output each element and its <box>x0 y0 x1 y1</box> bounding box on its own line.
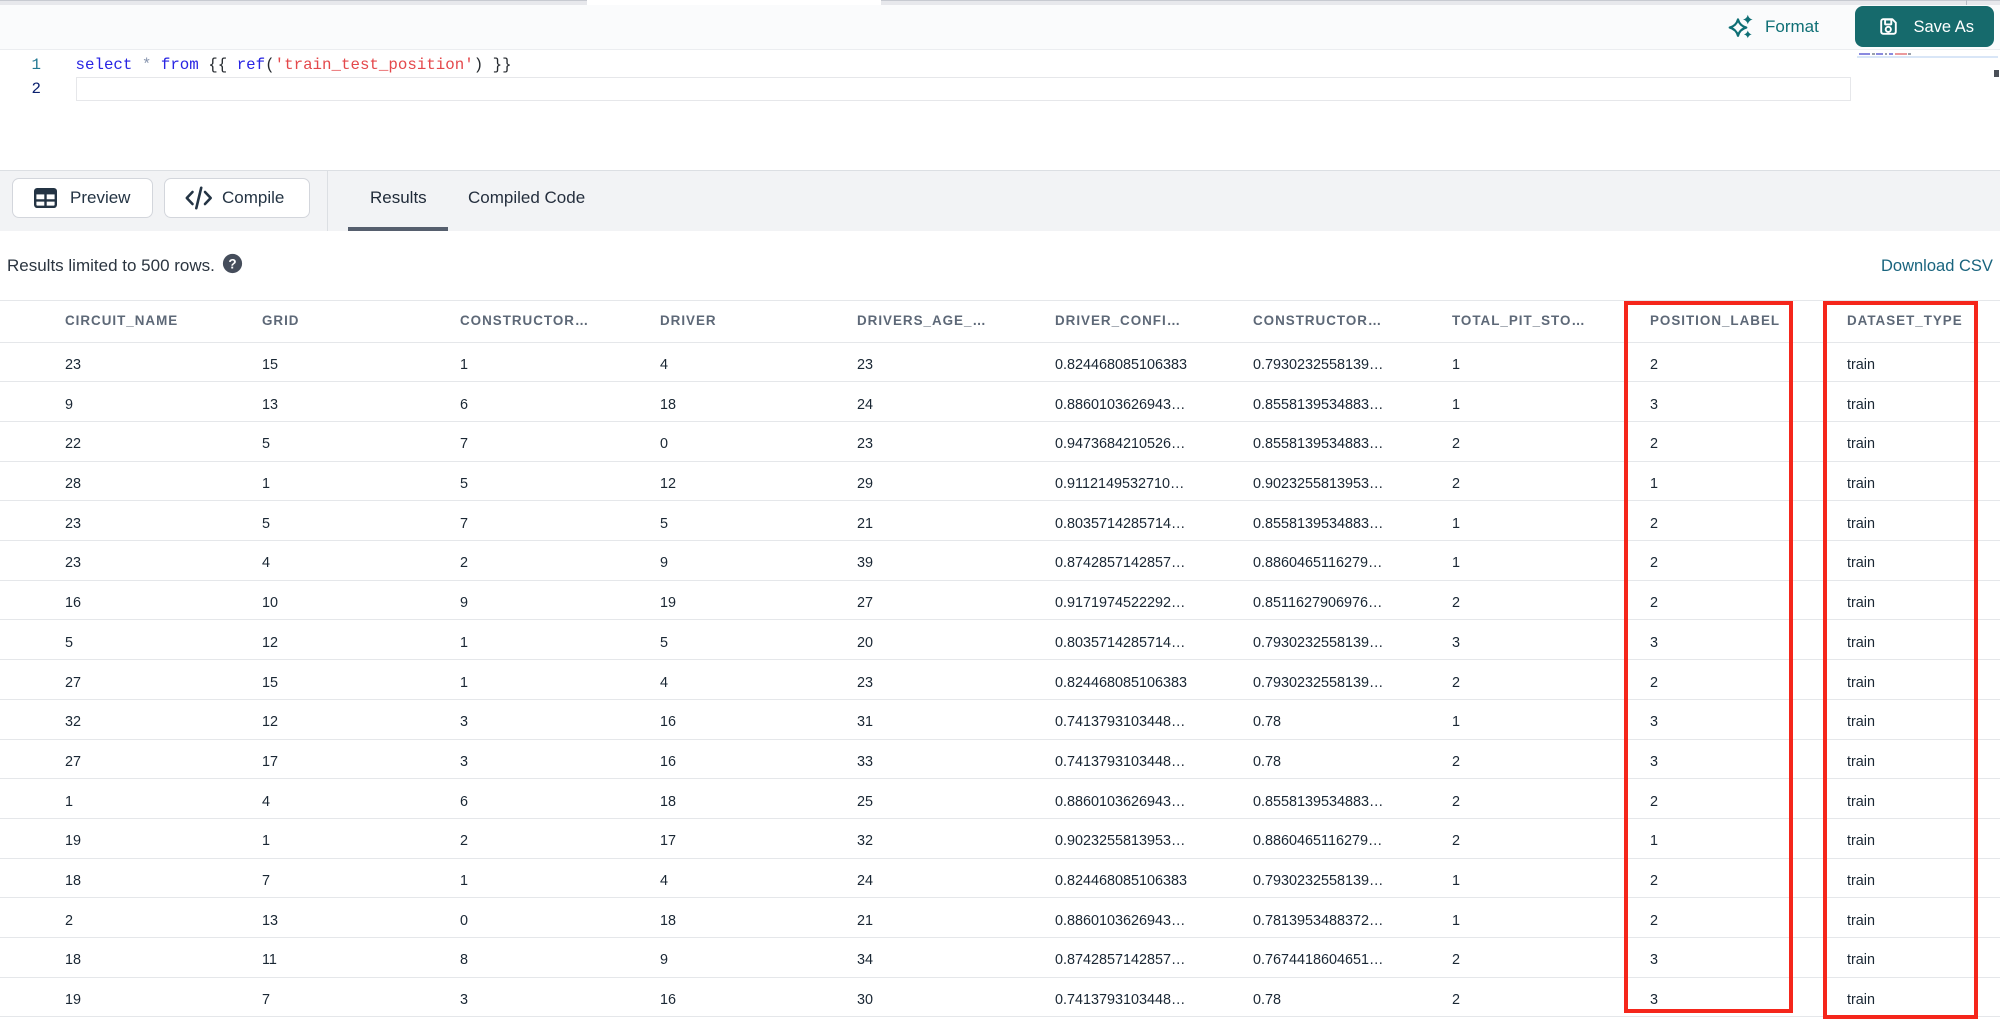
svg-text:?: ? <box>228 256 236 271</box>
